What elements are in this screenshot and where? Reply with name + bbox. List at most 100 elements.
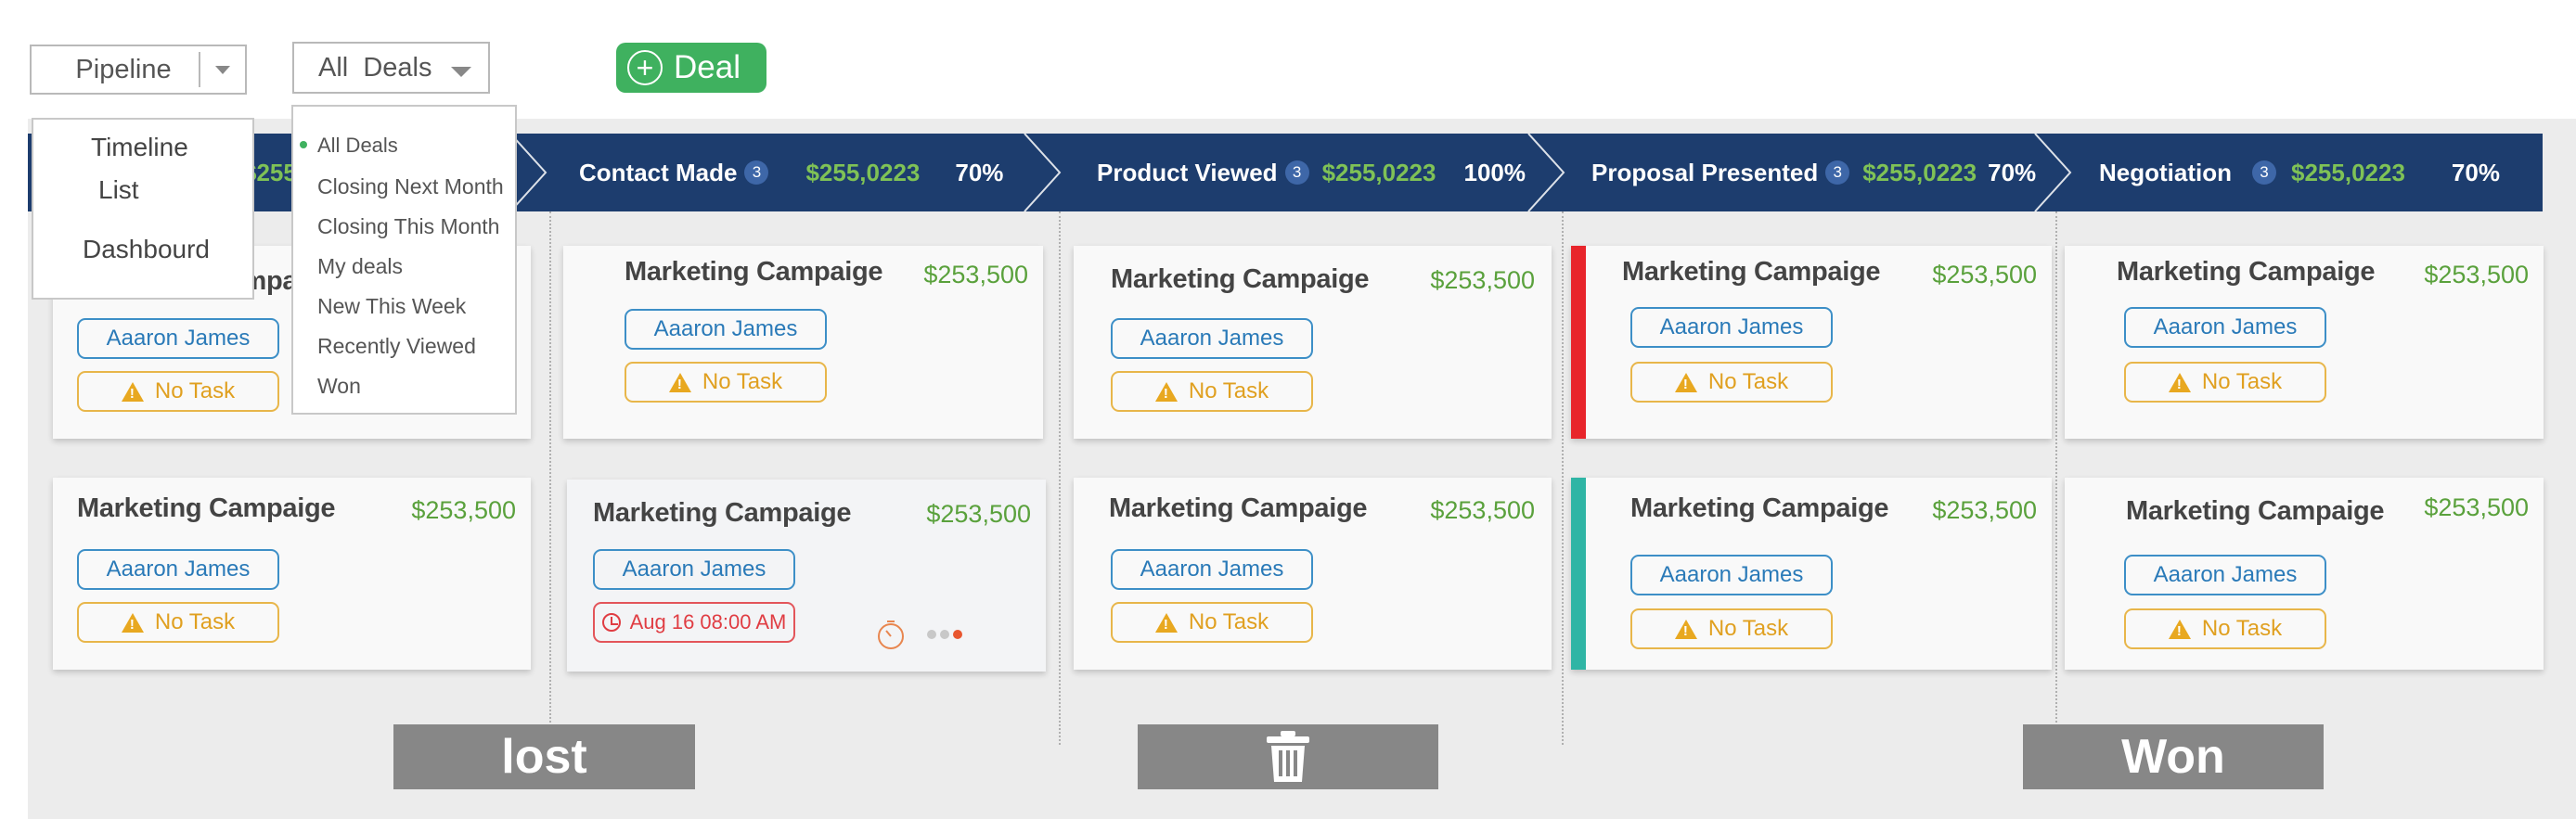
menu-item-list[interactable]: List <box>98 175 139 205</box>
owner-name: Aaaron James <box>1140 326 1284 351</box>
deal-card[interactable]: Marketing Campaige $253,500 Aaaron James… <box>53 478 531 670</box>
deal-title: Marketing Campaige <box>593 498 852 528</box>
warning-icon <box>1154 381 1178 402</box>
warning-icon <box>121 381 144 402</box>
stage-percent: 70% <box>2451 158 2500 186</box>
warning-icon <box>1674 372 1697 392</box>
stage-count-badge: 3 <box>1284 160 1309 185</box>
clock-icon <box>601 613 621 632</box>
deal-card[interactable]: Marketing Campaige $253,500 Aaaron James… <box>2065 478 2544 670</box>
view-select-label: Pipeline <box>75 54 172 84</box>
warning-icon <box>668 372 691 392</box>
view-select[interactable]: Pipeline <box>30 45 247 95</box>
warning-icon <box>121 612 144 633</box>
task-status-pill[interactable]: No Task <box>1111 371 1313 412</box>
task-status-pill[interactable]: No Task <box>77 602 279 643</box>
delete-drop-zone[interactable] <box>1138 724 1438 789</box>
task-status: No Task <box>154 378 236 403</box>
deal-owner-pill[interactable]: Aaaron James <box>2124 555 2326 595</box>
deals-filter-select[interactable]: All Deals <box>292 42 490 94</box>
timer-icon[interactable] <box>875 619 908 652</box>
stage-name: Proposal Presented <box>1591 158 1819 186</box>
deal-price: $253,500 <box>926 500 1031 528</box>
menu-item-new-this-week[interactable]: New This Week <box>317 294 466 319</box>
task-status-pill[interactable]: No Task <box>77 371 279 412</box>
stage-header-negotiation[interactable]: Negotiation 3 $255,0223 70% <box>2099 134 2500 211</box>
deal-owner-pill[interactable]: Aaaron James <box>1111 549 1313 590</box>
deal-card[interactable]: Marketing Campaige $253,500 Aaaron James… <box>1571 478 2052 670</box>
deal-owner-pill[interactable]: Aaaron James <box>625 309 827 350</box>
task-status-pill[interactable]: No Task <box>1111 602 1313 643</box>
stage-header-contact-made[interactable]: Contact Made 3 $255,0223 70% <box>579 134 1003 211</box>
lost-drop-zone[interactable]: lost <box>393 724 695 789</box>
menu-item-my-deals[interactable]: My deals <box>317 254 403 279</box>
lost-label: lost <box>501 730 587 784</box>
stage-header-product-viewed[interactable]: Product Viewed 3 $255,0223 100% <box>1097 134 1526 211</box>
plus-circle-icon: + <box>627 50 663 85</box>
menu-item-won[interactable]: Won <box>317 374 361 399</box>
owner-name: Aaaron James <box>1140 557 1284 582</box>
task-status-pill[interactable]: No Task <box>625 362 827 403</box>
menu-item-dashboard[interactable]: Dashbourd <box>83 235 210 264</box>
due-date: Aug 16 08:00 AM <box>629 610 787 633</box>
stage-percent: 70% <box>955 158 1004 186</box>
deal-title: Marketing Campaige <box>1109 493 1368 523</box>
won-drop-zone[interactable]: Won <box>2023 724 2324 789</box>
menu-item-all-deals[interactable]: All Deals <box>317 134 398 158</box>
menu-item-recently-viewed[interactable]: Recently Viewed <box>317 334 476 359</box>
add-deal-button[interactable]: + Deal <box>616 43 766 93</box>
stage-header-proposal-presented[interactable]: Proposal Presented 3 $255,0223 70% <box>1591 134 2036 211</box>
task-status-pill[interactable]: No Task <box>1630 608 1833 649</box>
deal-owner-pill[interactable]: Aaaron James <box>1630 307 1833 348</box>
task-status-pill[interactable]: No Task <box>2124 362 2326 403</box>
stage-amount: $255,0223 <box>1862 158 1977 186</box>
stage-amount: $255,0223 <box>1321 158 1436 186</box>
warning-icon <box>1674 619 1697 639</box>
task-status: No Task <box>1188 609 1269 634</box>
deal-card[interactable]: Marketing Campaige $253,500 Aaaron James… <box>563 246 1043 439</box>
due-date-pill[interactable]: Aug 16 08:00 AM <box>593 602 795 643</box>
deal-price: $253,500 <box>1430 496 1535 524</box>
priority-stripe-red <box>1571 246 1586 439</box>
task-status: No Task <box>702 369 783 394</box>
stage-percent: 70% <box>1988 158 2037 186</box>
task-status: No Task <box>154 609 236 634</box>
deal-card[interactable]: Marketing Campaige $253,500 Aaaron James… <box>1074 478 1552 670</box>
won-label: Won <box>2121 730 2225 784</box>
task-status-pill[interactable]: No Task <box>1630 362 1833 403</box>
deal-card[interactable]: Marketing Campaige $253,500 Aaaron James… <box>1571 246 2052 439</box>
deal-owner-pill[interactable]: Aaaron James <box>2124 307 2326 348</box>
chevron-down-icon[interactable] <box>200 65 245 74</box>
deal-owner-pill[interactable]: Aaaron James <box>77 318 279 359</box>
menu-item-timeline[interactable]: Timeline <box>91 133 188 162</box>
deal-card[interactable]: Marketing Campaige $253,500 Aaaron James… <box>1074 246 1552 439</box>
owner-name: Aaaron James <box>106 557 251 582</box>
deal-title: Marketing Campaige <box>1111 264 1370 294</box>
deal-card[interactable]: Marketing Campaige $253,500 Aaaron James… <box>567 480 1046 672</box>
task-status: No Task <box>2201 369 2283 394</box>
deal-card[interactable]: Marketing Campaige $253,500 Aaaron James… <box>2065 246 2544 439</box>
task-status: No Task <box>1707 616 1789 641</box>
owner-name: Aaaron James <box>2153 314 2298 339</box>
stage-name: Negotiation <box>2099 158 2232 186</box>
menu-item-closing-next-month[interactable]: Closing Next Month <box>317 174 504 199</box>
column-divider <box>1562 211 1564 745</box>
deal-owner-pill[interactable]: Aaaron James <box>1630 555 1833 595</box>
deal-price: $253,500 <box>1932 496 2037 524</box>
deal-price: $253,500 <box>2424 261 2529 288</box>
deal-price: $253,500 <box>923 261 1028 288</box>
stage-count-badge: 3 <box>1825 160 1850 185</box>
menu-item-closing-this-month[interactable]: Closing This Month <box>317 214 499 239</box>
deal-owner-pill[interactable]: Aaaron James <box>1111 318 1313 359</box>
trash-icon <box>1267 731 1309 782</box>
chevron-down-icon <box>450 66 471 77</box>
warning-icon <box>2168 372 2191 392</box>
owner-name: Aaaron James <box>2153 562 2298 587</box>
more-options-icon[interactable] <box>925 625 972 644</box>
deal-owner-pill[interactable]: Aaaron James <box>77 549 279 590</box>
deal-owner-pill[interactable]: Aaaron James <box>593 549 795 590</box>
stage-percent: 100% <box>1463 158 1526 186</box>
priority-stripe-teal <box>1571 478 1586 670</box>
task-status-pill[interactable]: No Task <box>2124 608 2326 649</box>
view-dropdown-menu: Timeline List Dashbourd <box>32 118 254 300</box>
